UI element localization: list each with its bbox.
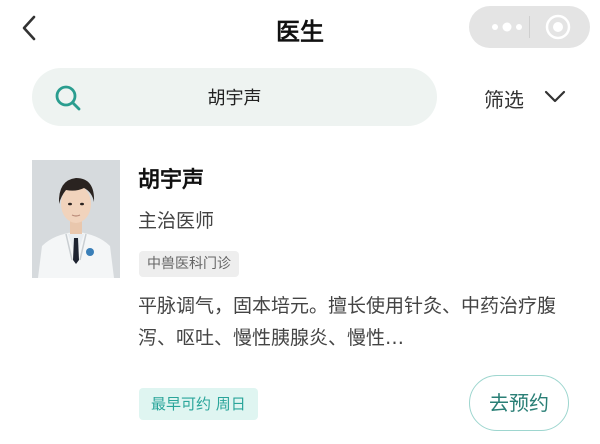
more-dots-icon[interactable]: [489, 18, 525, 36]
capsule-divider: [529, 16, 530, 38]
miniapp-capsule: [469, 6, 590, 48]
close-target-icon[interactable]: [545, 14, 571, 40]
nav-header: 医生: [0, 0, 600, 56]
filter-button[interactable]: 筛选: [484, 84, 524, 113]
department-badge: 中兽医科门诊: [139, 251, 239, 277]
search-input[interactable]: 胡宇声: [32, 84, 437, 110]
doctor-avatar: [32, 160, 120, 278]
chevron-down-icon[interactable]: [544, 90, 566, 104]
doctor-name: 胡宇声: [138, 168, 205, 193]
doctor-description: 平脉调气，固本培元。擅长使用针灸、中药治疗腹泻、呕吐、慢性胰腺炎、慢性…: [138, 295, 557, 349]
doctor-title: 主治医师: [138, 210, 215, 232]
search-bar[interactable]: 胡宇声: [32, 68, 437, 126]
availability-badge: 最早可约 周日: [139, 388, 258, 420]
book-appointment-button[interactable]: 去预约: [469, 375, 569, 431]
